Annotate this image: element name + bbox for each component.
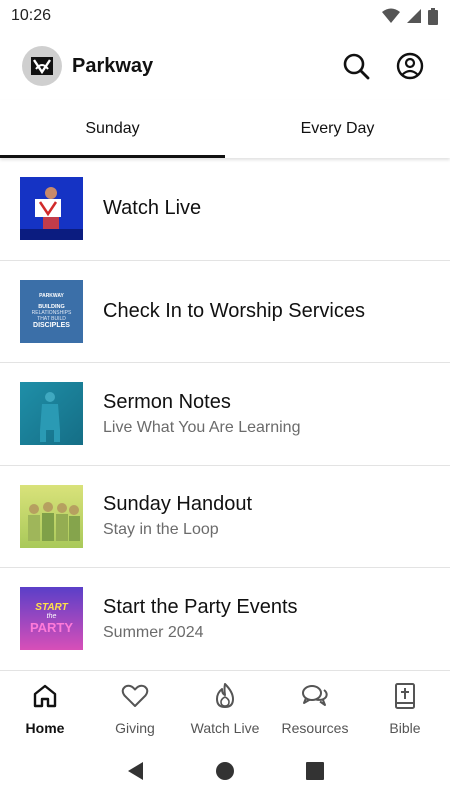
wifi-icon [382,8,400,23]
account-icon [396,52,424,80]
list-item-sunday-handout[interactable]: Sunday Handout Stay in the Loop [0,466,450,568]
item-text: Start the Party Events Summer 2024 [103,596,298,642]
thumb-line: PARTY [29,620,74,636]
list-item-watch-live[interactable]: Watch Live [0,158,450,261]
app-logo [22,46,62,86]
app-header: Parkway [0,32,450,100]
item-title: Start the Party Events [103,595,298,618]
bottom-nav: Home Giving Watch Live Resources Bible [0,670,450,742]
thumb-brand: PARKWAY [39,293,64,300]
nav-label: Giving [115,720,155,736]
item-subtitle: Live What You Are Learning [103,418,301,436]
flame-icon [216,683,234,708]
status-icons [382,7,438,25]
status-bar: 10:26 [0,0,450,32]
nav-icon [301,682,329,710]
search-button[interactable] [338,48,374,84]
chat-bubbles-icon [302,685,328,706]
speaker-image [40,392,60,443]
list-item-start-the-party[interactable]: START the PARTY Start the Party Events S… [0,568,450,670]
nav-icon [121,682,149,710]
nav-icon [393,682,417,710]
item-text: Check In to Worship Services [103,300,365,323]
status-time: 10:26 [11,7,52,24]
parkway-logo-icon [31,57,53,75]
nav-icon [32,682,58,710]
item-title: Sermon Notes [103,390,231,413]
item-text: Watch Live [103,197,201,220]
thumb-line: START [35,602,68,614]
group-photo-image [28,501,80,541]
account-button[interactable] [392,48,428,84]
home-icon [33,684,57,708]
nav-giving[interactable]: Giving [90,671,180,742]
nav-resources[interactable]: Resources [270,671,360,742]
recents-icon[interactable] [305,761,325,781]
nav-icon [213,682,237,710]
nav-label: Watch Live [190,720,260,736]
heart-icon [121,684,149,707]
search-icon [343,53,370,80]
nav-home[interactable]: Home [0,671,90,742]
nav-label: Bible [389,720,421,736]
tab-sunday[interactable]: Sunday [0,100,225,158]
item-text: Sunday Handout Stay in the Loop [103,493,252,539]
system-nav-bar [0,742,450,800]
sunday-handout-thumbnail [20,484,83,548]
check-in-thumbnail: PARKWAY BUILDING RELATIONSHIPS THAT BUIL… [20,279,83,343]
home-circle-icon[interactable] [215,761,235,781]
nav-label: Home [25,720,65,736]
bible-icon [395,683,415,709]
battery-icon [428,7,438,25]
app-title: Parkway [72,54,154,77]
item-subtitle: Summer 2024 [103,623,204,641]
item-title: Watch Live [103,197,202,220]
nav-label: Resources [281,720,349,736]
list-item-sermon-notes[interactable]: Sermon Notes Live What You Are Learning [0,363,450,466]
tab-every-day[interactable]: Every Day [225,100,450,158]
nav-watch-live[interactable]: Watch Live [180,671,270,742]
item-title: Sunday Handout [103,493,253,516]
live-stage-image [20,177,83,241]
back-icon[interactable] [125,760,145,782]
list-item-check-in[interactable]: PARKWAY BUILDING RELATIONSHIPS THAT BUIL… [0,261,450,363]
item-text: Sermon Notes Live What You Are Learning [103,391,300,437]
start-the-party-thumbnail: START the PARTY [20,587,83,651]
item-subtitle: Stay in the Loop [103,521,219,539]
sermon-notes-thumbnail [20,382,83,446]
tab-bar: Sunday Every Day [0,100,450,158]
nav-bible[interactable]: Bible [360,671,450,742]
cellular-icon [407,9,421,23]
content-list: Watch Live PARKWAY BUILDING RELATIONSHIP… [0,158,450,670]
item-title: Check In to Worship Services [103,299,365,322]
thumb-line: DISCIPLES [33,322,70,330]
watch-live-thumbnail [20,177,83,241]
